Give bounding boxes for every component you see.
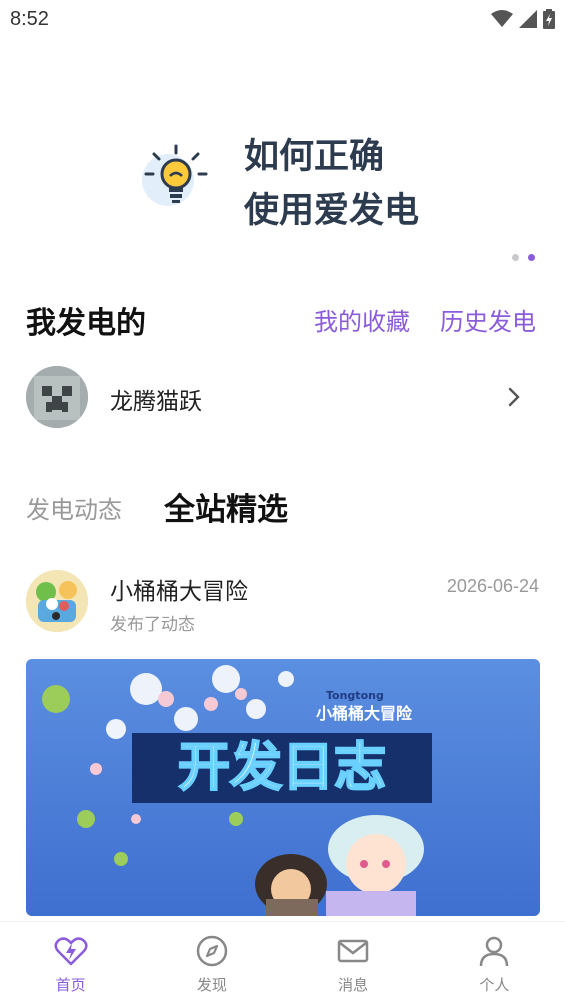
- post-author-avatar[interactable]: [26, 570, 88, 632]
- section-title: 我发电的: [26, 306, 146, 341]
- tab-featured[interactable]: 全站精选: [164, 484, 288, 529]
- mail-icon: [337, 939, 369, 963]
- post-subtitle: 发布了动态: [110, 615, 195, 635]
- status-icons: [491, 9, 555, 29]
- nav-messages[interactable]: 消息: [283, 922, 424, 1004]
- status-bar: 8:52: [0, 0, 565, 40]
- carousel-dot-active: [528, 254, 535, 261]
- creator-row[interactable]: 龙腾猫跃: [0, 360, 565, 434]
- creator-avatar: [26, 366, 88, 428]
- bottom-nav: 首页 发现 消息 个人: [0, 921, 565, 1004]
- banner-line-2: 使用爱发电: [244, 191, 420, 231]
- nav-label-discover: 发现: [196, 976, 227, 994]
- chevron-right-icon: [508, 387, 520, 407]
- battery-icon: [543, 9, 555, 29]
- wifi-icon: [491, 10, 513, 27]
- nav-label-messages: 消息: [338, 976, 369, 994]
- post-date: 2026-06-24: [446, 576, 539, 596]
- banner-line-1: 如何正确: [244, 137, 385, 177]
- post-image[interactable]: 开发日志 Tongtong 小桶桶大冒险: [26, 659, 540, 916]
- nav-profile[interactable]: 个人: [424, 922, 565, 1004]
- image-logo: 小桶桶大冒险: [316, 704, 413, 723]
- banner-carousel[interactable]: 如何正确 使用爱发电: [0, 120, 565, 240]
- person-icon: [480, 936, 509, 967]
- status-time: 8:52: [10, 8, 49, 30]
- nav-label-profile: 个人: [479, 976, 510, 994]
- nav-discover[interactable]: 发现: [141, 922, 282, 1004]
- signal-icon: [519, 10, 537, 28]
- carousel-dot: [512, 254, 519, 261]
- history-link[interactable]: 历史发电: [440, 302, 536, 337]
- carousel-dots: [512, 254, 535, 261]
- lightbulb-icon: [142, 144, 208, 206]
- nav-label-home: 首页: [55, 976, 86, 994]
- post-author-name[interactable]: 小桶桶大冒险: [110, 572, 248, 606]
- image-title: 开发日志: [178, 738, 386, 798]
- home-bolt-icon: [54, 937, 88, 966]
- tab-dynamic[interactable]: 发电动态: [26, 490, 122, 525]
- my-favorites-link[interactable]: 我的收藏: [314, 302, 410, 337]
- banner-text: 如何正确 使用爱发电: [244, 130, 419, 238]
- creator-name: 龙腾猫跃: [110, 389, 202, 415]
- nav-home[interactable]: 首页: [0, 922, 141, 1004]
- compass-icon: [196, 935, 228, 967]
- image-logo-small: Tongtong: [326, 689, 384, 702]
